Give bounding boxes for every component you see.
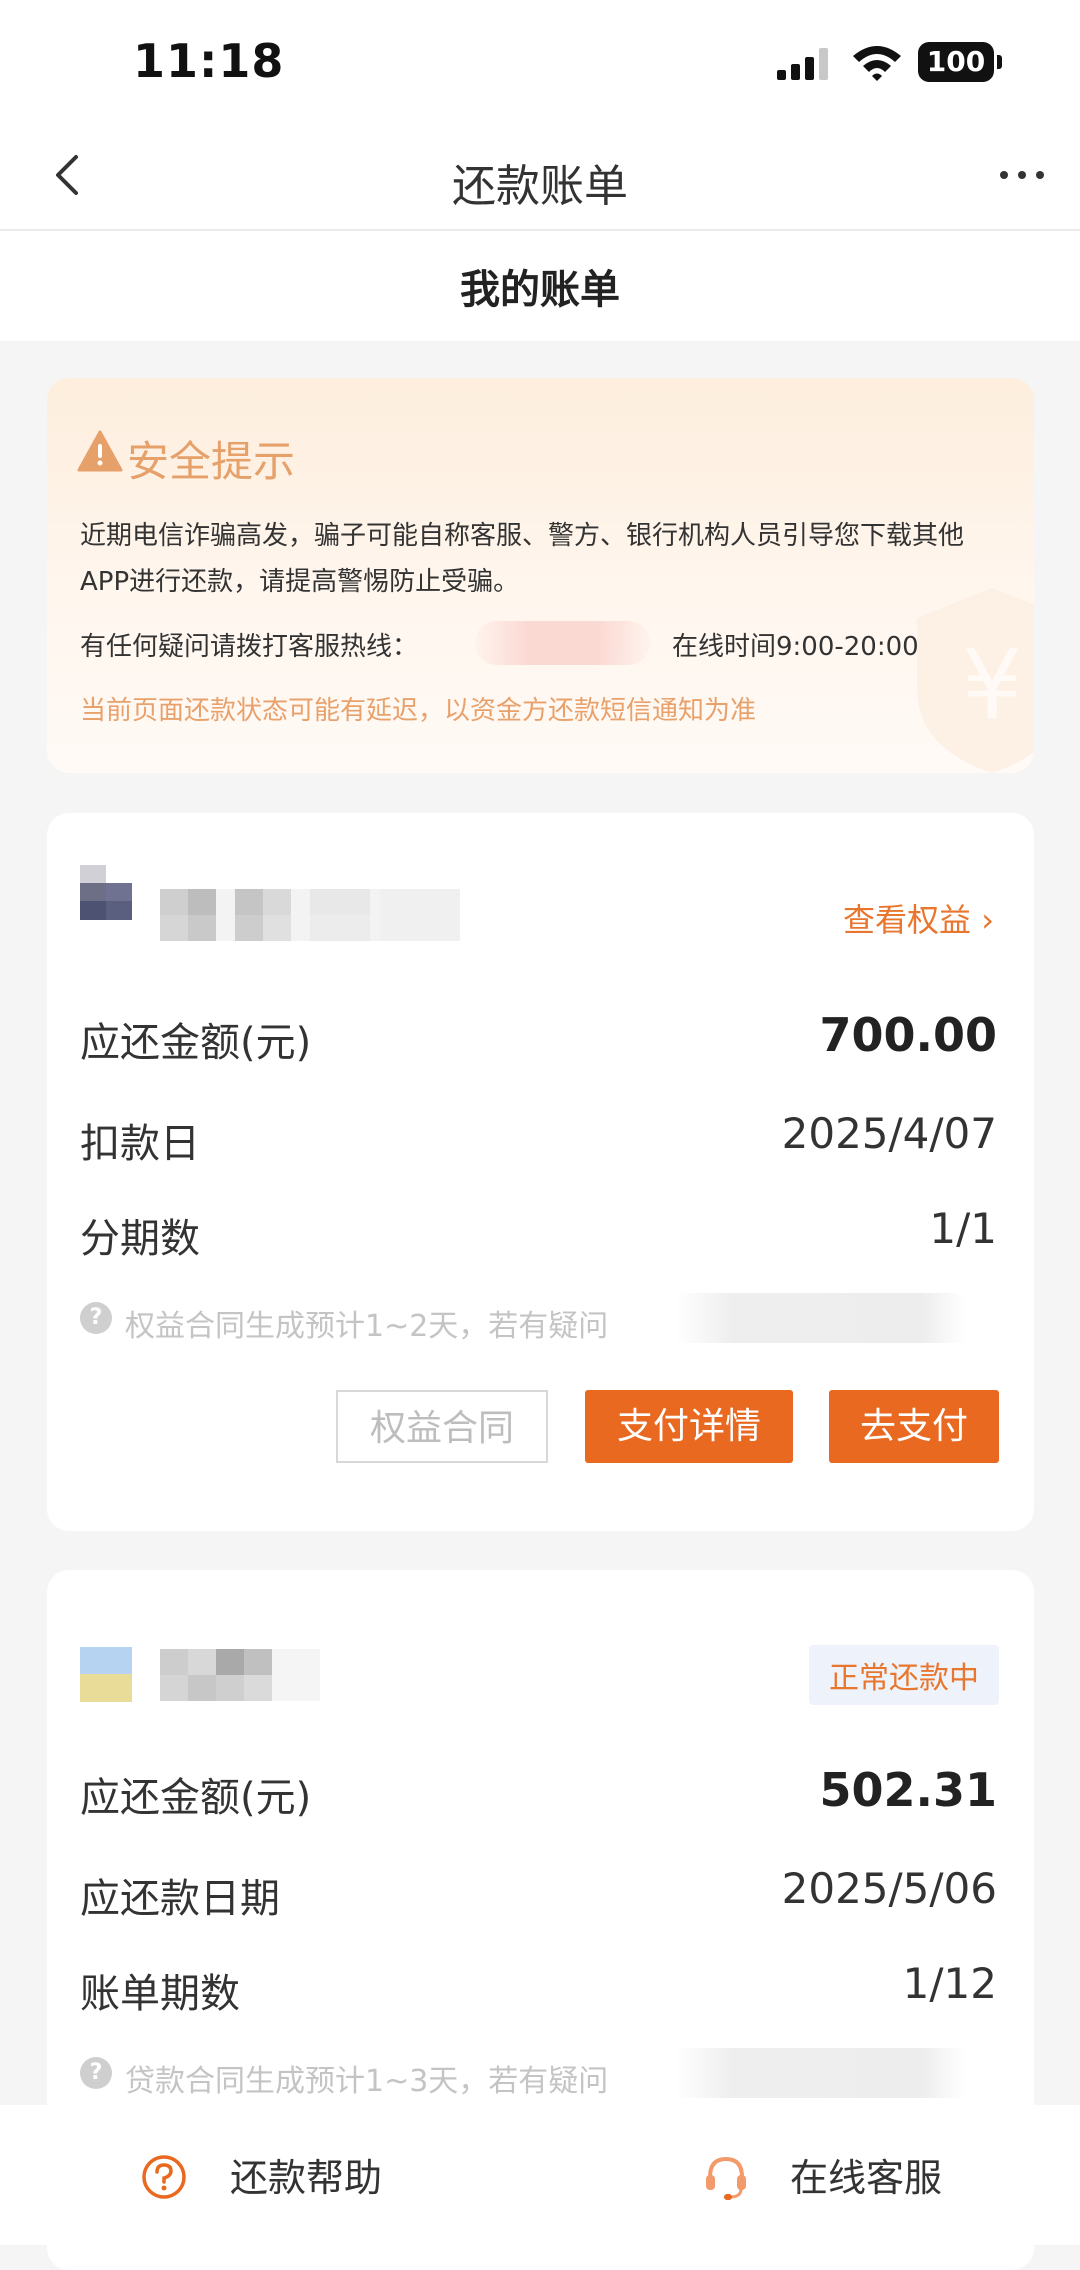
contract-hint: ? 权益合同生成预计1~2天，若有疑问 <box>80 1293 980 1344</box>
warning-icon <box>77 430 123 472</box>
more-icon[interactable] <box>992 150 1052 200</box>
installments-label: 分期数 <box>80 1216 200 1262</box>
bill-period-value: 1/12 <box>902 1959 997 2008</box>
benefits-contract-button[interactable]: 权益合同 <box>336 1390 548 1463</box>
status-time: 11:18 <box>133 34 285 88</box>
question-icon: ? <box>80 1302 112 1334</box>
deduction-date-label: 扣款日 <box>80 1121 200 1167</box>
hint-redacted <box>675 1293 965 1343</box>
pay-button[interactable]: 去支付 <box>829 1390 999 1463</box>
nav-bar: 还款账单 <box>0 125 1080 231</box>
notice-title: 安全提示 <box>127 437 296 486</box>
view-benefits-link[interactable]: 查看权益 › <box>843 895 994 941</box>
delay-note: 当前页面还款状态可能有延迟，以资金方还款短信通知为准 <box>80 696 757 726</box>
amount-due-label: 应还金额(元) <box>80 1775 312 1821</box>
contract-hint: ? 贷款合同生成预计1~3天，若有疑问 <box>80 2048 980 2099</box>
signal-icon <box>777 48 828 80</box>
online-service-button[interactable]: 在线客服 <box>700 2147 1000 2207</box>
help-icon <box>142 2155 186 2199</box>
amount-due-value: 502.31 <box>819 1763 997 1817</box>
due-date-label: 应还款日期 <box>80 1876 280 1922</box>
hotline-label: 有任何疑问请拨打客服热线： <box>80 632 419 662</box>
online-hours: 在线时间9:00-20:00 <box>672 632 919 662</box>
section-title: 我的账单 <box>460 267 620 313</box>
lender-logo <box>80 865 132 920</box>
deduction-date-value: 2025/4/07 <box>781 1109 997 1158</box>
bottom-bar: 还款帮助 在线客服 <box>0 2105 1080 2245</box>
headset-icon <box>706 2156 746 2200</box>
online-service-label: 在线客服 <box>790 2156 943 2200</box>
lender-name-redacted <box>160 1649 320 1701</box>
status-badge: 正常还款中 <box>809 1645 999 1705</box>
lender-logo <box>80 1647 132 1702</box>
amount-due-value: 700.00 <box>819 1008 997 1062</box>
amount-due-label: 应还金额(元) <box>80 1020 312 1066</box>
hotline-row: 有任何疑问请拨打客服热线： 在线时间9:00-20:00 <box>80 621 1010 665</box>
security-notice-card: ¥ 安全提示 近期电信诈骗高发，骗子可能自称客服、警方、银行机构人员引导您下载其… <box>47 378 1034 773</box>
shield-watermark-icon: ¥ <box>917 588 1034 773</box>
page-title: 还款账单 <box>452 161 628 212</box>
payment-details-button[interactable]: 支付详情 <box>585 1390 793 1463</box>
notice-text: 近期电信诈骗高发，骗子可能自称客服、警方、银行机构人员引导您下载其他APP进行还… <box>80 521 965 597</box>
hint-text: 贷款合同生成预计1~3天，若有疑问 <box>125 2064 609 2099</box>
due-date-value: 2025/5/06 <box>781 1864 997 1913</box>
hint-text: 权益合同生成预计1~2天，若有疑问 <box>125 1309 609 1344</box>
battery-icon: 100 <box>918 42 1002 82</box>
subheader: 我的账单 <box>0 231 1080 341</box>
repayment-help-button[interactable]: 还款帮助 <box>140 2147 440 2207</box>
installments-value: 1/1 <box>929 1204 997 1253</box>
bill-card: 查看权益 › 应还金额(元) 700.00 扣款日 2025/4/07 分期数 … <box>47 813 1034 1531</box>
wifi-icon <box>853 46 901 81</box>
lender-name-redacted <box>160 889 460 941</box>
question-icon: ? <box>80 2057 112 2089</box>
hotline-number-redacted[interactable] <box>475 621 650 665</box>
bill-period-label: 账单期数 <box>80 1971 240 2017</box>
hint-redacted <box>675 2048 965 2098</box>
status-bar: 11:18 100 <box>0 0 1080 125</box>
repayment-help-label: 还款帮助 <box>230 2156 383 2200</box>
